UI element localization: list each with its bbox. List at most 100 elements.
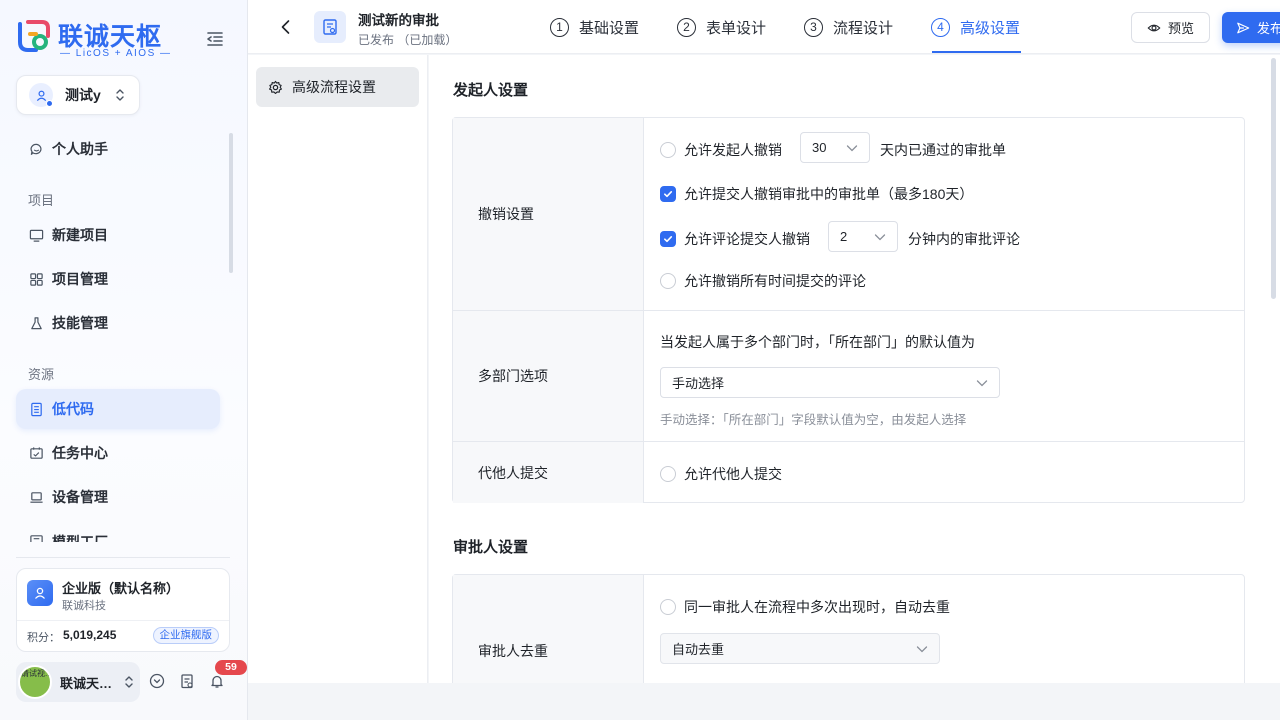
enterprise-icon (27, 580, 53, 606)
tab-advanced-settings[interactable]: 4 高级设置 (931, 0, 1020, 54)
step-number: 3 (804, 17, 823, 37)
nav-item-device-mgmt[interactable]: 设备管理 (16, 477, 220, 517)
approver-dedup-option[interactable]: 同一审批人在流程中多次出现时，自动去重 (660, 597, 950, 617)
select-value: 手动选择 (672, 376, 725, 391)
brand-logo[interactable]: 联诚天枢 — LicOS + AIOS — (14, 16, 184, 62)
nav-item-assistant[interactable]: 个人助手 (16, 129, 220, 169)
step-number: 2 (677, 17, 696, 37)
allow-submitter-revoke[interactable]: 允许提交人撤销审批中的审批单（最多180天） (660, 184, 973, 204)
send-icon (1236, 21, 1250, 35)
preview-button[interactable]: 预览 (1131, 12, 1210, 43)
back-arrow-icon[interactable] (276, 17, 296, 37)
section-title-approver: 审批人设置 (453, 539, 529, 556)
revoke-days-suffix: 天内已通过的审批单 (880, 142, 1006, 158)
allow-revoke-all-comments[interactable]: 允许撤销所有时间提交的评论 (660, 271, 866, 291)
option-label: 允许提交人撤销审批中的审批单（最多180天） (684, 186, 974, 202)
nav-label: 设备管理 (52, 489, 108, 505)
publish-button[interactable]: 发布 (1222, 12, 1280, 43)
tab-basic-settings[interactable]: 1 基础设置 (550, 0, 639, 54)
footer-area (248, 683, 1280, 720)
row-multi-dept: 多部门选项 当发起人属于多个部门时，「所在部门」的默认值为 手动选择 手动选择：… (453, 310, 1244, 441)
workspace-icon (29, 83, 53, 107)
select-value: 自动去重 (672, 642, 725, 657)
allow-proxy-submit[interactable]: 允许代他人提交 (660, 464, 782, 484)
nav-label: 个人助手 (52, 141, 108, 157)
notification-badge: 59 (215, 660, 247, 675)
enterprise-card[interactable]: 企业版（默认名称） 联诚科技 积分： 5,019,245 企业旗舰版 (16, 568, 230, 652)
nav-item-project-mgmt[interactable]: 项目管理 (16, 259, 220, 299)
enterprise-org: 联诚科技 (62, 600, 106, 612)
initiator-settings-table: 撤销设置 允许发起人撤销 30 天内已通过的审批单 允许提交人撤销审批中的审批单… (452, 117, 1245, 503)
brand-logo-icon (18, 20, 50, 52)
points-label: 积分： (27, 632, 60, 644)
nav-label: 任务中心 (52, 445, 108, 461)
advanced-settings-panel: 发起人设置 撤销设置 允许发起人撤销 30 天内已通过的审批单 允许提交人撤销审… (429, 55, 1280, 683)
revoke-minutes-select[interactable]: 2 (828, 221, 898, 252)
revoke-minutes-suffix: 分钟内的审批评论 (908, 231, 1020, 247)
tab-form-design[interactable]: 2 表单设计 (677, 0, 766, 54)
nav-label: 技能管理 (52, 315, 108, 331)
checkbox-checked[interactable] (660, 231, 676, 247)
main-scrollbar[interactable] (1271, 58, 1276, 299)
gear-icon (268, 80, 283, 95)
clipboard-icon[interactable] (178, 672, 196, 690)
checkbox[interactable] (660, 466, 676, 482)
checkbox[interactable] (660, 599, 676, 615)
revoke-days-select[interactable]: 30 (800, 132, 870, 163)
nav-group-resource: 资源 (28, 367, 55, 382)
preview-label: 预览 (1167, 21, 1194, 36)
row-label: 审批人去重 (453, 575, 644, 683)
approver-dedup-select[interactable]: 自动去重 (660, 633, 940, 664)
row-label: 代他人提交 (453, 442, 644, 503)
sidebar-divider (16, 557, 230, 558)
option-label: 允许代他人提交 (684, 466, 782, 482)
chevron-down-icon (874, 232, 886, 242)
form-status: 已发布 （已加载） (358, 33, 458, 47)
form-icon (314, 11, 346, 43)
user-menu[interactable]: 请试视... 联诚天… (16, 662, 140, 702)
monitor-icon (28, 227, 44, 243)
row-revoke: 撤销设置 允许发起人撤销 30 天内已通过的审批单 允许提交人撤销审批中的审批单… (453, 118, 1244, 310)
step-label: 表单设计 (706, 19, 767, 37)
tab-flow-design[interactable]: 3 流程设计 (804, 0, 893, 54)
factory-icon (28, 532, 44, 542)
option-label: 同一审批人在流程中多次出现时，自动去重 (684, 599, 950, 615)
updown-arrow-icon (116, 89, 124, 101)
updown-arrow-icon (125, 676, 133, 688)
brand-tagline: — LicOS + AIOS — (60, 48, 172, 59)
allow-initiator-revoke[interactable]: 允许发起人撤销 (660, 140, 782, 160)
settings-item-advanced-flow[interactable]: 高级流程设置 (256, 67, 419, 107)
grid-icon (28, 271, 44, 287)
points-value: 5,019,245 (63, 628, 117, 642)
chevron-down-icon (976, 378, 988, 388)
nav-item-task-center[interactable]: 任务中心 (16, 433, 220, 473)
multi-dept-select[interactable]: 手动选择 (660, 367, 1000, 398)
chevron-circle-icon[interactable] (148, 672, 166, 690)
eye-icon (1147, 21, 1161, 35)
collapse-sidebar-icon[interactable] (204, 28, 226, 50)
nav-item-lowcode[interactable]: 低代码 (16, 389, 220, 429)
step-number: 1 (550, 17, 569, 37)
checkbox[interactable] (660, 273, 676, 289)
chevron-down-icon (846, 143, 858, 153)
nav-item-new-project[interactable]: 新建项目 (16, 215, 220, 255)
settings-item-label: 高级流程设置 (292, 79, 376, 95)
row-label: 多部门选项 (453, 311, 644, 441)
option-label: 允许发起人撤销 (684, 142, 782, 158)
calendar-icon (28, 445, 44, 461)
section-title-initiator: 发起人设置 (453, 82, 529, 99)
allow-comment-revoke[interactable]: 允许评论提交人撤销 (660, 229, 810, 249)
workspace-selector[interactable]: 测试y (16, 75, 140, 115)
multi-dept-hint: 手动选择：「所在部门」字段默认值为空，由发起人选择 (660, 413, 967, 427)
checkbox-checked[interactable] (660, 186, 676, 202)
step-label: 流程设计 (833, 19, 894, 37)
sidebar-scrollbar[interactable] (229, 133, 233, 273)
chevron-down-icon (916, 644, 928, 654)
nav-item-model-factory[interactable]: 模型工厂 (16, 520, 220, 542)
row-label: 撤销设置 (453, 118, 644, 310)
checkbox[interactable] (660, 142, 676, 158)
nav-item-skill-mgmt[interactable]: 技能管理 (16, 303, 220, 343)
row-approver-dedup: 审批人去重 同一审批人在流程中多次出现时，自动去重 自动去重 (453, 575, 1244, 683)
form-title: 测试新的审批 (358, 13, 439, 28)
nav-label: 模型工厂 (52, 534, 108, 542)
